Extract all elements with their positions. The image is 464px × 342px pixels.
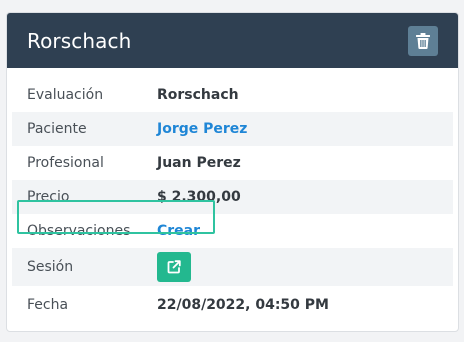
fecha-label: Fecha <box>27 297 69 313</box>
trash-icon <box>416 32 430 49</box>
row-sesion: Sesión <box>12 248 453 286</box>
sesion-label: Sesión <box>27 259 74 275</box>
fecha-value: 22/08/2022, 04:50 PM <box>157 297 329 313</box>
row-evaluacion: Evaluación Rorschach <box>12 78 453 112</box>
card-header: Rorschach <box>7 13 458 68</box>
row-fecha: Fecha 22/08/2022, 04:50 PM <box>12 286 453 324</box>
paciente-link[interactable]: Jorge Perez <box>157 121 247 137</box>
precio-value: $ 2.300,00 <box>157 189 241 205</box>
details-table: Evaluación Rorschach Paciente Jorge Pere… <box>7 68 458 324</box>
row-precio: Precio $ 2.300,00 <box>12 180 453 214</box>
card-title: Rorschach <box>27 28 132 53</box>
evaluacion-value: Rorschach <box>157 87 239 103</box>
evaluation-card: Rorschach Evaluación Rorschach Paciente … <box>6 12 459 332</box>
precio-label: Precio <box>27 189 70 205</box>
profesional-value: Juan Perez <box>157 155 241 171</box>
row-paciente: Paciente Jorge Perez <box>12 112 453 146</box>
evaluacion-label: Evaluación <box>27 87 104 103</box>
observaciones-label: Observaciones <box>27 223 131 239</box>
delete-button[interactable] <box>408 25 438 56</box>
paciente-label: Paciente <box>27 121 87 137</box>
open-session-button[interactable] <box>157 252 191 282</box>
external-link-icon <box>167 260 181 274</box>
profesional-label: Profesional <box>27 155 104 171</box>
row-observaciones: Observaciones Crear <box>12 214 453 248</box>
row-profesional: Profesional Juan Perez <box>12 146 453 180</box>
crear-observaciones-link[interactable]: Crear <box>157 223 200 239</box>
